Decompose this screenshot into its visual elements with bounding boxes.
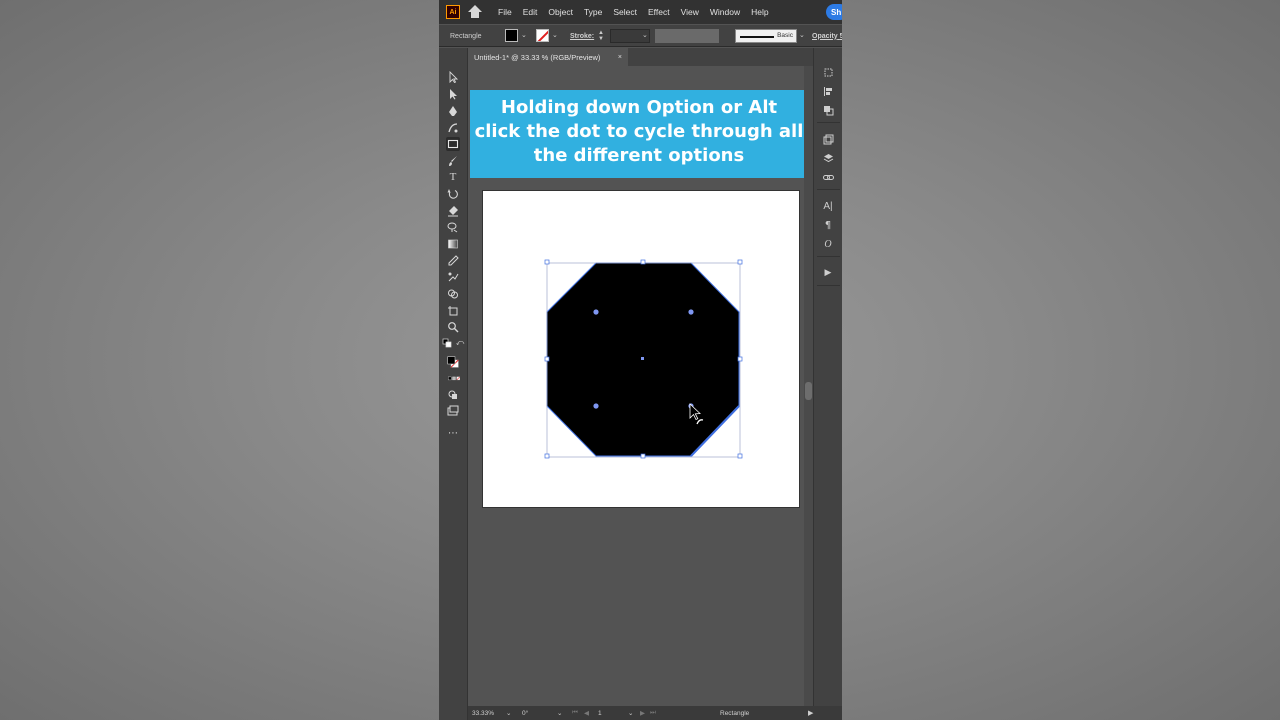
scrollbar-thumb[interactable] xyxy=(805,382,812,400)
illustrator-window: Ai File Edit Object Type Select Effect V… xyxy=(439,0,842,720)
menu-select[interactable]: Select xyxy=(613,7,637,17)
menu-view[interactable]: View xyxy=(681,7,699,17)
vertical-scrollbar[interactable] xyxy=(804,66,813,706)
center-point xyxy=(641,357,644,360)
links-panel-icon[interactable] xyxy=(822,171,834,183)
fill-swatch[interactable] xyxy=(505,29,518,42)
stroke-chevron-down-icon[interactable]: ⌄ xyxy=(552,32,558,39)
document-tab-bar: Untitled-1* @ 33.33 % (RGB/Preview) × xyxy=(468,48,813,66)
brush-chevron-down-icon[interactable]: ⌄ xyxy=(799,32,805,39)
canvas-area[interactable]: Holding down Option or Alt click the dot… xyxy=(468,66,808,706)
pathfinder-panel-icon[interactable] xyxy=(822,104,834,116)
zoom-tool-icon[interactable] xyxy=(446,320,460,334)
app-logo: Ai xyxy=(446,5,460,19)
actions-play-icon[interactable]: ▶ xyxy=(822,267,834,279)
stroke-label[interactable]: Stroke: xyxy=(570,25,594,47)
color-mode-icons[interactable] xyxy=(444,375,464,383)
opacity-suffix: 5 xyxy=(839,32,842,40)
current-tool-status: Rectangle xyxy=(720,709,750,717)
stroke-swatch[interactable] xyxy=(536,29,549,42)
swap-colors-icon[interactable]: ⤺ xyxy=(455,338,465,348)
control-bar: Rectangle ⌄ ⌄ Stroke: ▲ ▼ ⌄ Basic ⌄ Opaci… xyxy=(439,25,842,47)
next-artboard-icon[interactable]: ▶ xyxy=(640,706,645,720)
align-panel-icon[interactable] xyxy=(822,85,834,97)
artboards-panel-icon[interactable] xyxy=(822,133,834,145)
panel-divider xyxy=(817,256,840,257)
stroke-weight-stepper[interactable]: ▲ ▼ xyxy=(597,30,605,42)
menu-object[interactable]: Object xyxy=(548,7,573,17)
document-tab[interactable]: Untitled-1* @ 33.33 % (RGB/Preview) × xyxy=(468,48,628,66)
menu-help[interactable]: Help xyxy=(751,7,768,17)
more-tools-icon[interactable]: ⋯ xyxy=(446,426,460,440)
layers-panel-icon[interactable] xyxy=(822,152,834,164)
menu-edit[interactable]: Edit xyxy=(523,7,538,17)
panel-divider xyxy=(817,122,840,123)
banner-line-1: Holding down Option or Alt xyxy=(500,97,778,118)
fill-stroke-swatches[interactable] xyxy=(444,353,462,371)
blend-tool-icon[interactable] xyxy=(446,270,460,284)
brush-definition[interactable]: Basic xyxy=(735,29,797,43)
rotation-chevron-down-icon[interactable]: ⌄ xyxy=(557,706,562,720)
screen-mode-icon[interactable] xyxy=(446,404,460,418)
instruction-banner: Holding down Option or Alt click the dot… xyxy=(470,90,808,178)
eyedropper-tool-icon[interactable] xyxy=(446,254,460,268)
tools-panel: T ⤺ ⋯ xyxy=(439,48,468,720)
rotation-value[interactable]: 0° xyxy=(522,706,528,720)
character-panel-icon[interactable]: A| xyxy=(822,200,834,212)
rectangle-tool-icon[interactable] xyxy=(446,137,460,151)
brush-stroke-preview xyxy=(740,36,774,38)
panel-divider xyxy=(817,285,840,286)
gradient-tool-icon[interactable] xyxy=(446,237,460,251)
paragraph-panel-icon[interactable]: ¶ xyxy=(822,219,834,231)
banner-line-2: click the dot to cycle through all xyxy=(474,121,804,142)
menu-bar: Ai File Edit Object Type Select Effect V… xyxy=(439,0,842,24)
menu-window[interactable]: Window xyxy=(710,7,740,17)
fill-chevron-down-icon[interactable]: ⌄ xyxy=(521,32,527,39)
variable-width-profile[interactable] xyxy=(655,29,719,43)
banner-line-3: the different options xyxy=(533,145,745,166)
curvature-tool-icon[interactable] xyxy=(446,121,460,135)
opentype-panel-icon[interactable]: O xyxy=(822,238,834,250)
shape-builder-tool-icon[interactable] xyxy=(446,287,460,301)
home-icon[interactable] xyxy=(468,5,482,19)
first-artboard-icon[interactable]: ⏮ xyxy=(572,706,578,720)
artboard-chevron-down-icon[interactable]: ⌄ xyxy=(628,706,633,720)
menu-file[interactable]: File xyxy=(498,7,512,17)
pen-tool-icon[interactable] xyxy=(446,104,460,118)
status-bar: 33.33% ⌄ 0° ⌄ ⏮ ◀ 1 ⌄ ▶ ⏭ Rectangle ▶ xyxy=(468,706,842,720)
share-button[interactable]: Sh xyxy=(826,4,842,20)
menu-effect[interactable]: Effect xyxy=(648,7,670,17)
panel-divider xyxy=(817,189,840,190)
zoom-chevron-down-icon[interactable]: ⌄ xyxy=(506,706,511,720)
direct-selection-tool-icon[interactable] xyxy=(446,87,460,101)
artboard-tool-icon[interactable] xyxy=(446,304,460,318)
selection-type-label: Rectangle xyxy=(450,32,482,40)
menu-type[interactable]: Type xyxy=(584,7,602,17)
zoom-level[interactable]: 33.33% xyxy=(472,706,494,720)
type-tool-icon[interactable]: T xyxy=(446,170,460,184)
selection-tool-icon[interactable] xyxy=(446,70,460,84)
eraser-tool-icon[interactable] xyxy=(446,204,460,218)
document-tab-title: Untitled-1* @ 33.33 % (RGB/Preview) xyxy=(474,52,601,62)
artboard-number[interactable]: 1 xyxy=(598,706,602,720)
rotate-tool-icon[interactable] xyxy=(446,187,460,201)
default-colors-icon[interactable] xyxy=(442,338,452,348)
status-menu-arrow-icon[interactable]: ▶ xyxy=(808,706,813,720)
right-panel-dock: A| ¶ O ▶ xyxy=(813,48,842,720)
opacity-label[interactable]: Opacity 5 xyxy=(812,25,842,47)
lasso-warp-tool-icon[interactable] xyxy=(446,220,460,234)
draw-mode-icon[interactable] xyxy=(446,388,460,402)
brush-label: Basic xyxy=(777,32,793,39)
transform-panel-icon[interactable] xyxy=(822,66,834,78)
paintbrush-tool-icon[interactable] xyxy=(446,154,460,168)
close-icon[interactable]: × xyxy=(618,54,622,61)
last-artboard-icon[interactable]: ⏭ xyxy=(650,706,656,720)
previous-artboard-icon[interactable]: ◀ xyxy=(584,706,589,720)
stroke-weight-chevron-down-icon[interactable]: ⌄ xyxy=(642,32,648,39)
